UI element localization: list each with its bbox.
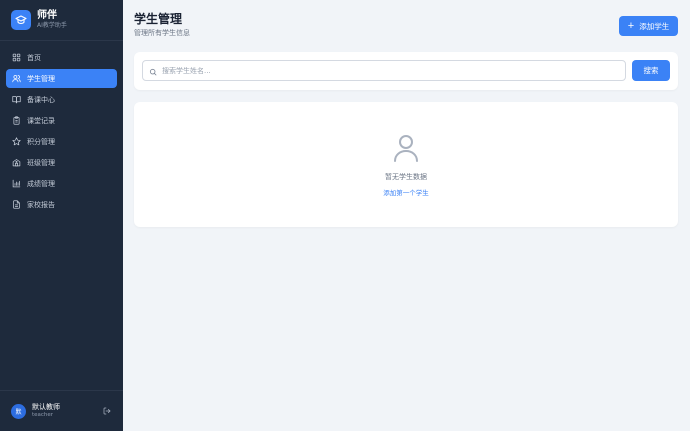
bar-chart-icon — [11, 179, 21, 189]
search-icon — [149, 61, 157, 80]
sidebar-item-label: 家校报告 — [27, 200, 55, 209]
file-text-icon — [11, 200, 21, 210]
add-student-button[interactable]: + 添加学生 — [619, 16, 678, 36]
book-open-icon — [11, 95, 21, 105]
plus-icon: + — [627, 20, 635, 32]
search-input[interactable] — [162, 66, 625, 75]
page-subtitle: 管理所有学生信息 — [134, 29, 190, 37]
sidebar-item-reports[interactable]: 家校报告 — [6, 195, 117, 214]
search-card: 搜索 — [134, 52, 678, 90]
sidebar-item-grades[interactable]: 成绩管理 — [6, 174, 117, 193]
grid-icon — [11, 53, 21, 63]
search-button[interactable]: 搜索 — [632, 60, 670, 81]
search-box[interactable] — [142, 60, 626, 81]
page-title: 学生管理 — [134, 12, 183, 26]
add-student-label: 添加学生 — [639, 21, 670, 31]
star-icon — [11, 137, 21, 147]
empty-state-message: 暂无学生数据 — [385, 173, 427, 181]
brand-name: 师伴 — [37, 10, 57, 21]
user-icon — [394, 134, 418, 162]
sidebar-item-label: 课堂记录 — [27, 116, 55, 125]
brand-subtitle: AI教学助手 — [37, 22, 67, 29]
main-content: 学生管理 管理所有学生信息 + 添加学生 搜索 暂无学生数据 添加第一个学生 — [123, 0, 690, 431]
sidebar-item-students[interactable]: 学生管理 — [6, 69, 117, 88]
graduation-cap-icon — [11, 10, 31, 30]
sidebar-item-home[interactable]: 首页 — [6, 48, 117, 67]
sidebar-item-class-records[interactable]: 课堂记录 — [6, 111, 117, 130]
school-icon — [11, 158, 21, 168]
users-icon — [11, 74, 21, 84]
add-first-student-link[interactable]: 添加第一个学生 — [134, 187, 678, 197]
user-role: teacher — [32, 412, 54, 418]
sidebar-item-classes[interactable]: 班级管理 — [6, 153, 117, 172]
sidebar: 师伴 AI教学助手 首页 学生管理 备课中心 课堂记录 积分管理 班级管理 成绩… — [0, 0, 123, 431]
sidebar-item-label: 学生管理 — [27, 74, 55, 83]
clipboard-icon — [11, 116, 21, 126]
avatar[interactable]: 默 — [11, 403, 26, 419]
user-panel: 默 默认教师 teacher — [0, 390, 123, 431]
sidebar-item-label: 首页 — [27, 53, 41, 62]
brand: 师伴 AI教学助手 — [0, 0, 123, 41]
sidebar-item-label: 成绩管理 — [27, 179, 55, 188]
sidebar-item-points[interactable]: 积分管理 — [6, 132, 117, 151]
sidebar-nav: 首页 学生管理 备课中心 课堂记录 积分管理 班级管理 成绩管理 家校报告 — [0, 41, 123, 214]
sidebar-item-lesson-prep[interactable]: 备课中心 — [6, 90, 117, 109]
user-name: 默认教师 — [32, 403, 60, 411]
sidebar-item-label: 积分管理 — [27, 137, 55, 146]
sidebar-item-label: 备课中心 — [27, 95, 55, 104]
logout-icon[interactable] — [102, 406, 112, 416]
sidebar-item-label: 班级管理 — [27, 158, 55, 167]
empty-state-card: 暂无学生数据 添加第一个学生 — [134, 102, 678, 227]
